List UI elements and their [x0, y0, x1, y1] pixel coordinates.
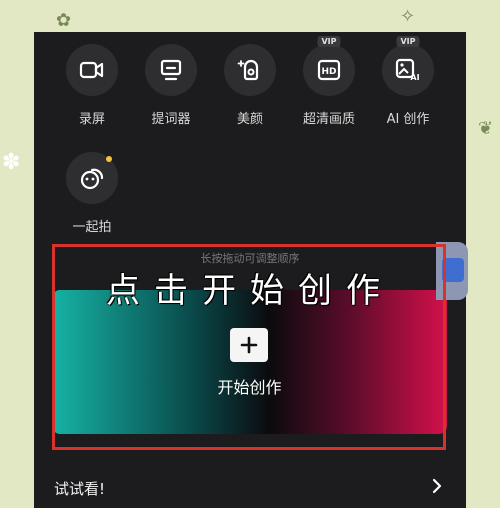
ai-image-icon: AI — [395, 58, 420, 82]
tool-circle — [66, 152, 118, 204]
svg-text:AI: AI — [410, 73, 419, 82]
try-it-label: 试试看! — [54, 480, 106, 498]
video-camera-icon — [79, 61, 104, 79]
tool-teleprompter[interactable]: 提词器 — [141, 44, 201, 127]
svg-text:HD: HD — [321, 67, 336, 77]
vip-badge: VIP — [396, 36, 420, 47]
tool-label: 美颜 — [236, 112, 263, 127]
tool-label: 一起拍 — [72, 220, 112, 235]
hd-icon: HD — [317, 59, 341, 81]
tool-duet[interactable]: 一起拍 — [62, 152, 122, 235]
tool-circle — [224, 44, 276, 96]
tool-screen-record[interactable]: 录屏 — [62, 44, 122, 127]
tool-circle — [145, 44, 197, 96]
tool-label: 超清画质 — [302, 112, 355, 127]
tool-circle — [66, 44, 118, 96]
tool-circle: VIP AI — [382, 36, 434, 96]
leaf-decoration-icon: ❦ — [478, 118, 494, 139]
chevron-right-icon — [432, 478, 442, 494]
tool-label: 提词器 — [151, 112, 191, 127]
tool-ai-create[interactable]: VIP AI AI 创作 — [378, 36, 438, 127]
tool-circle: VIP HD — [303, 36, 355, 96]
tool-beauty[interactable]: 美颜 — [220, 44, 280, 127]
vip-badge: VIP — [317, 36, 341, 47]
teleprompter-icon — [160, 59, 182, 81]
duet-icon — [80, 168, 104, 190]
beauty-face-icon — [237, 59, 259, 81]
tool-label: 录屏 — [78, 112, 105, 127]
tool-hd-quality[interactable]: VIP HD 超清画质 — [299, 36, 359, 127]
flower-decoration-icon: ✽ — [2, 150, 21, 175]
try-it-row[interactable]: 试试看! — [34, 474, 466, 508]
leaf-decoration-icon: ✿ — [56, 10, 72, 31]
notification-dot — [106, 156, 112, 162]
annotation-caption: 点击开始创作 — [106, 271, 394, 311]
leaf-decoration-icon: ✧ — [400, 6, 416, 27]
tool-label: AI 创作 — [386, 112, 430, 127]
